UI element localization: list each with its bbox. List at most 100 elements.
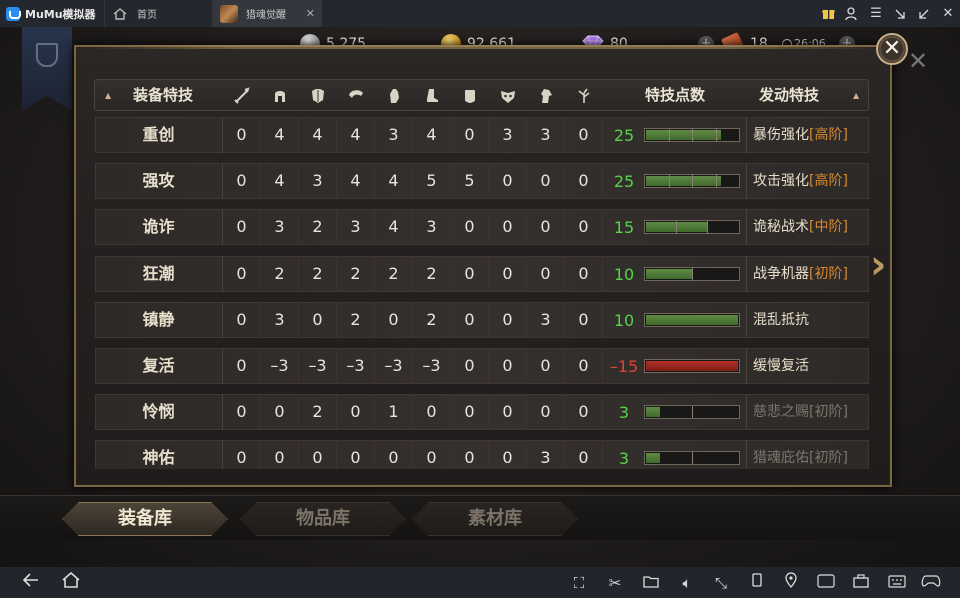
skill-name: 复活 [95, 348, 223, 384]
activated-skill-name: 攻击强化 [753, 173, 809, 189]
slot-value: 1 [375, 394, 413, 430]
emulator-navbar: ⛶ ✂ 🔈︎ ⤡ [0, 567, 960, 598]
resize-icon[interactable]: ⤡ [710, 572, 732, 594]
slot-value: 0 [565, 348, 603, 384]
slot-value: –3 [261, 348, 299, 384]
close-window-icon[interactable]: ✕ [936, 0, 960, 27]
skill-points: 3 [618, 403, 630, 422]
slot-value: 0 [375, 302, 413, 338]
progress-fill [646, 407, 660, 417]
storage-tabs: 装备库 物品库 素材库 [0, 495, 960, 540]
slot-value: 0 [527, 209, 565, 245]
slot-value: 0 [527, 348, 565, 384]
table-row[interactable]: 镇静 0 3 0 2 0 2 0 0 3 0 10 混乱抵抗 [95, 302, 869, 338]
tab-items[interactable]: 物品库 [240, 502, 406, 536]
progress-segment-divider [692, 452, 693, 464]
outer-close-icon[interactable]: ✕ [906, 49, 930, 73]
skill-name: 狂潮 [95, 256, 223, 292]
slot-value: 2 [261, 256, 299, 292]
close-panel-button[interactable]: ✕ [876, 33, 908, 65]
location-icon[interactable] [780, 572, 802, 594]
skill-name: 怜悯 [95, 394, 223, 430]
activated-skill: 战争机器[初阶] [746, 256, 869, 292]
slot-value: 0 [451, 256, 489, 292]
slot-value: 0 [451, 117, 489, 153]
slot-value: 0 [527, 256, 565, 292]
toolbox-icon[interactable] [850, 572, 872, 594]
skill-points: 10 [613, 311, 635, 330]
slot-value: 0 [527, 163, 565, 199]
user-settings-icon[interactable] [840, 0, 864, 27]
skill-points: 10 [613, 265, 635, 284]
slot-value: 0 [223, 302, 261, 338]
slot-value: 3 [527, 440, 565, 469]
gamepad-icon[interactable] [920, 572, 942, 594]
gift-icon[interactable] [816, 0, 840, 27]
volume-icon[interactable]: 🔈︎ [676, 572, 698, 594]
slot-value: 0 [489, 348, 527, 384]
table-row[interactable]: 神佑 0 0 0 0 0 0 0 0 3 0 3 猎魂庇佑[初阶] [95, 440, 869, 469]
folder-icon[interactable] [640, 572, 662, 594]
tab-home[interactable]: 首页 [104, 0, 212, 27]
slot-value: 2 [375, 256, 413, 292]
progress-fill [646, 269, 692, 279]
skill-tier: [初阶] [809, 404, 848, 420]
slot-value: 3 [261, 209, 299, 245]
tab-equipment[interactable]: 装备库 [62, 502, 228, 536]
fullscreen-icon[interactable] [912, 0, 936, 27]
slot-value: 0 [489, 302, 527, 338]
apk-install-icon[interactable] [815, 572, 837, 594]
skill-name: 神佑 [95, 440, 223, 469]
close-tab-icon[interactable]: ✕ [306, 7, 315, 20]
scissors-icon[interactable]: ✂ [604, 572, 626, 594]
rotate-icon[interactable] [746, 572, 768, 594]
slot-value: 2 [299, 394, 337, 430]
slot-value: 0 [223, 394, 261, 430]
slot-value: –3 [375, 348, 413, 384]
points-progress-bar [644, 128, 740, 142]
progress-fill [646, 176, 721, 186]
menu-icon[interactable]: ☰ [864, 0, 888, 27]
sort-up-icon[interactable]: ▲ [853, 91, 859, 100]
slot-value: 0 [223, 440, 261, 469]
banner-emblem-icon [36, 43, 58, 67]
table-row[interactable]: 狂潮 0 2 2 2 2 2 0 0 0 0 10 战争机器[初阶] [95, 256, 869, 292]
slot-value: 0 [489, 256, 527, 292]
table-row[interactable]: 怜悯 0 0 2 0 1 0 0 0 0 0 3 慈悲之赐[初阶] [95, 394, 869, 430]
slot-value: 2 [413, 256, 451, 292]
points-progress-bar [644, 220, 740, 234]
tab-materials[interactable]: 素材库 [412, 502, 578, 536]
header-points: 特技点数 [644, 86, 705, 104]
progress-fill [646, 130, 721, 140]
skill-name: 重创 [95, 117, 223, 153]
next-page-chevron-icon[interactable]: › [870, 245, 896, 289]
slot-value: 4 [375, 209, 413, 245]
activated-skill: 混乱抵抗 [746, 302, 869, 338]
activated-skill: 缓慢复活 [746, 348, 869, 384]
slot-value: 0 [299, 440, 337, 469]
slot-value: 0 [527, 394, 565, 430]
progress-segment-divider [669, 129, 670, 141]
table-row[interactable]: 强攻 0 4 3 4 4 5 5 0 0 0 25 攻击强化[高阶] [95, 163, 869, 199]
minimize-icon[interactable] [888, 0, 912, 27]
tab-game[interactable]: 猎魂觉醒 ✕ [212, 0, 322, 27]
skill-tier: [中阶] [809, 219, 848, 235]
keyboard-icon[interactable] [886, 572, 908, 594]
table-row[interactable]: 重创 0 4 4 4 3 4 0 3 3 0 25 暴伤强化[高阶] [95, 117, 869, 153]
back-icon[interactable] [20, 572, 42, 594]
skill-points: 25 [613, 172, 635, 191]
table-row[interactable]: 诡诈 0 3 2 3 4 3 0 0 0 0 15 诡秘战术[中阶] [95, 209, 869, 245]
table-row[interactable]: 复活 0 –3 –3 –3 –3 –3 0 0 0 0 –15 缓慢复活 [95, 348, 869, 384]
chest-armor-icon [312, 89, 324, 103]
screen-record-icon[interactable]: ⛶ [568, 572, 590, 594]
slot-value: 4 [375, 163, 413, 199]
emulator-titlebar: MuMu模拟器 首页 猎魂觉醒 ✕ ☰ ✕ [0, 0, 960, 27]
slot-value: 3 [261, 302, 299, 338]
slot-value: –3 [299, 348, 337, 384]
progress-segment-divider [692, 175, 693, 187]
header-activated: 发动特技 [758, 86, 819, 104]
mumu-logo-icon [6, 6, 21, 21]
slot-value: 0 [413, 440, 451, 469]
slot-value: 0 [451, 302, 489, 338]
home-icon[interactable] [60, 571, 82, 594]
